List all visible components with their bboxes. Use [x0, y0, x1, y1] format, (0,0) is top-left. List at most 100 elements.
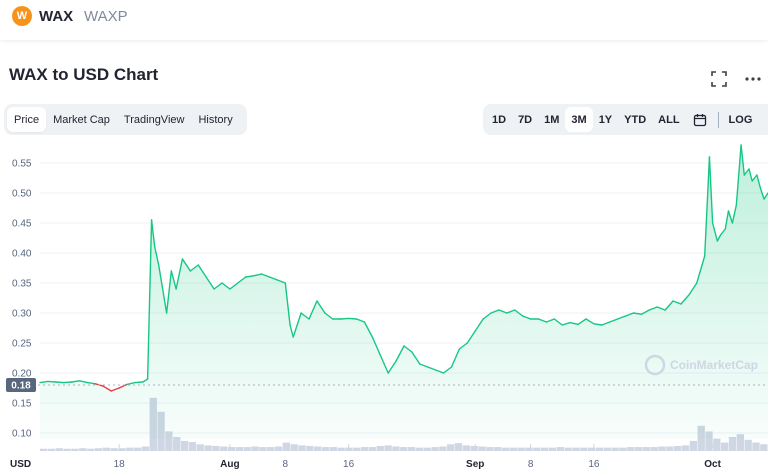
y-tick-label: 0.15 [12, 399, 32, 410]
range-1d[interactable]: 1D [486, 107, 512, 132]
volume-bar [666, 446, 674, 451]
coin-name: WAX [39, 8, 74, 25]
price-line-segment [347, 317, 358, 320]
top-bar: W WAX WAXP [0, 0, 768, 40]
volume-bar [298, 445, 306, 451]
x-tick-label: 18 [114, 459, 126, 470]
tab-price[interactable]: Price [7, 107, 47, 132]
volume-bar [658, 446, 666, 451]
log-toggle[interactable]: LOG [723, 107, 759, 132]
volume-bar [368, 447, 377, 451]
volume-bar [674, 445, 682, 451]
volume-bar [572, 447, 580, 451]
volume-bar [580, 447, 588, 451]
volume-bar [337, 447, 345, 451]
volume-bar [40, 448, 48, 451]
volume-bar [415, 447, 424, 451]
volume-bar [259, 447, 267, 451]
volume-bar [313, 446, 322, 451]
range-1y[interactable]: 1Y [593, 107, 618, 132]
volume-bar [212, 445, 220, 451]
volume-bar [227, 447, 236, 451]
price-line-segment [55, 381, 65, 384]
volume-bar [71, 448, 79, 451]
volume-bar [603, 447, 611, 451]
price-line-segment [339, 317, 350, 320]
y-axis: 0.55 0.50 0.45 0.40 0.35 0.30 0.25 0.20 0.15 0.10 [12, 159, 32, 440]
y-tick-label: 0.30 [12, 309, 32, 320]
x-tick-label: 8 [283, 459, 289, 470]
volume-bar [462, 445, 471, 451]
volume-bar [360, 447, 369, 451]
wax-logo-icon: W [12, 6, 32, 26]
volume-bar [180, 440, 189, 451]
y-tick-label: 0.10 [12, 429, 32, 440]
volume-bar [118, 448, 126, 451]
x-tick-label: Aug [220, 459, 239, 470]
range-all[interactable]: ALL [652, 107, 685, 132]
tab-tradingview[interactable]: TradingView [117, 107, 192, 132]
volume-bar [689, 440, 698, 451]
range-7d[interactable]: 7D [512, 107, 538, 132]
currency-label: USD [10, 459, 31, 470]
x-tick-label: Oct [704, 459, 721, 470]
volume-bar [744, 439, 752, 451]
y-tick-label: 0.20 [12, 369, 32, 380]
x-tick-label: Sep [466, 459, 484, 470]
volume-bar [384, 445, 392, 451]
volume-bar [407, 447, 416, 451]
volume-bar [392, 446, 400, 451]
volume-bar [110, 448, 118, 451]
volume-bar [501, 447, 510, 451]
coin-symbol: WAXP [84, 8, 128, 25]
more-icon[interactable] [744, 70, 762, 88]
volume-bar [634, 447, 643, 451]
volume-bar [478, 446, 486, 451]
time-range-selector: 1D 7D 1M 3M 1Y YTD ALL LOG [483, 104, 768, 135]
tab-market-cap[interactable]: Market Cap [46, 107, 117, 132]
calendar-icon[interactable] [686, 107, 714, 132]
range-1m[interactable]: 1M [538, 107, 565, 132]
volume-bar [525, 447, 533, 451]
tab-history[interactable]: History [191, 107, 239, 132]
volume-bar [345, 447, 353, 451]
volume-bar [681, 445, 690, 451]
x-tick-label: 16 [343, 459, 355, 470]
volume-bar [102, 447, 110, 451]
volume-bar [494, 447, 502, 451]
fullscreen-icon[interactable] [710, 70, 728, 88]
volume-bar [55, 448, 63, 451]
volume-bar [274, 446, 283, 451]
volume-bar [486, 447, 494, 451]
volume-bar [423, 447, 431, 451]
volume-bar [188, 442, 197, 451]
volume-bar [752, 442, 760, 451]
reference-label: 0.18 [11, 381, 31, 392]
volume-bar [540, 447, 549, 451]
volume-bar [431, 447, 439, 451]
range-ytd[interactable]: YTD [618, 107, 652, 132]
chart-tabs: Price Market Cap TradingView History [4, 104, 247, 135]
volume-bar [642, 447, 651, 451]
watermark-text: CoinMarketCap [670, 358, 758, 372]
range-divider [717, 111, 719, 128]
volume-bar [509, 447, 518, 451]
volume-bar [548, 447, 557, 451]
volume-bar [470, 445, 478, 451]
price-line-segment [47, 380, 57, 383]
volume-bar [321, 447, 330, 451]
volume-bar [353, 447, 361, 451]
volume-bar [619, 447, 627, 451]
volume-bar [79, 448, 87, 451]
range-3m[interactable]: 3M [565, 107, 593, 132]
price-chart[interactable]: 0.18 0.55 0.50 0.45 0.40 0.35 0.30 0.25 0.20 0.1… [0, 140, 768, 471]
volume-bar [533, 447, 541, 451]
x-tick-label: 16 [588, 459, 600, 470]
y-tick-label: 0.35 [12, 279, 32, 290]
volume-bar [627, 447, 635, 451]
volume-bar [267, 447, 275, 451]
volume-bar [564, 447, 572, 451]
y-tick-label: 0.55 [12, 159, 32, 170]
volume-bar [595, 447, 604, 451]
volume-bar [126, 447, 134, 451]
